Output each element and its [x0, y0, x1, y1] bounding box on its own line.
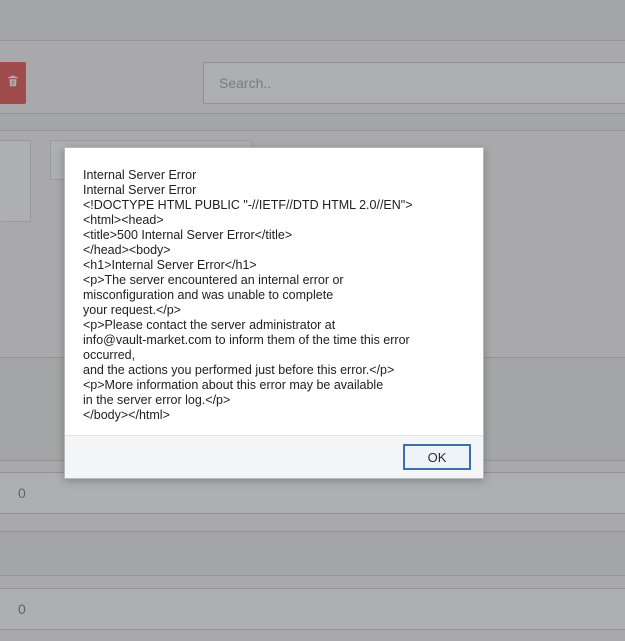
- error-line: </body></html>: [83, 408, 465, 423]
- error-dialog-footer: OK: [65, 435, 483, 478]
- error-line: <!DOCTYPE HTML PUBLIC "-//IETF//DTD HTML…: [83, 198, 465, 213]
- error-line: <html><head>: [83, 213, 465, 228]
- error-dialog: Internal Server Error Internal Server Er…: [64, 147, 484, 479]
- error-line: in the server error log.</p>: [83, 393, 465, 408]
- error-line: Internal Server Error: [83, 183, 465, 198]
- error-line: <p>More information about this error may…: [83, 378, 465, 393]
- error-line: <p>Please contact the server administrat…: [83, 318, 465, 333]
- error-dialog-body: Internal Server Error Internal Server Er…: [65, 148, 483, 435]
- error-line: <p>The server encountered an internal er…: [83, 273, 465, 288]
- error-line: and the actions you performed just befor…: [83, 363, 465, 378]
- ok-button[interactable]: OK: [403, 444, 471, 470]
- error-line: Internal Server Error: [83, 168, 465, 183]
- error-line: </head><body>: [83, 243, 465, 258]
- error-line: your request.</p>: [83, 303, 465, 318]
- error-line: <title>500 Internal Server Error</title>: [83, 228, 465, 243]
- error-line: <h1>Internal Server Error</h1>: [83, 258, 465, 273]
- error-line: info@vault-market.com to inform them of …: [83, 333, 465, 363]
- error-line: misconfiguration and was unable to compl…: [83, 288, 465, 303]
